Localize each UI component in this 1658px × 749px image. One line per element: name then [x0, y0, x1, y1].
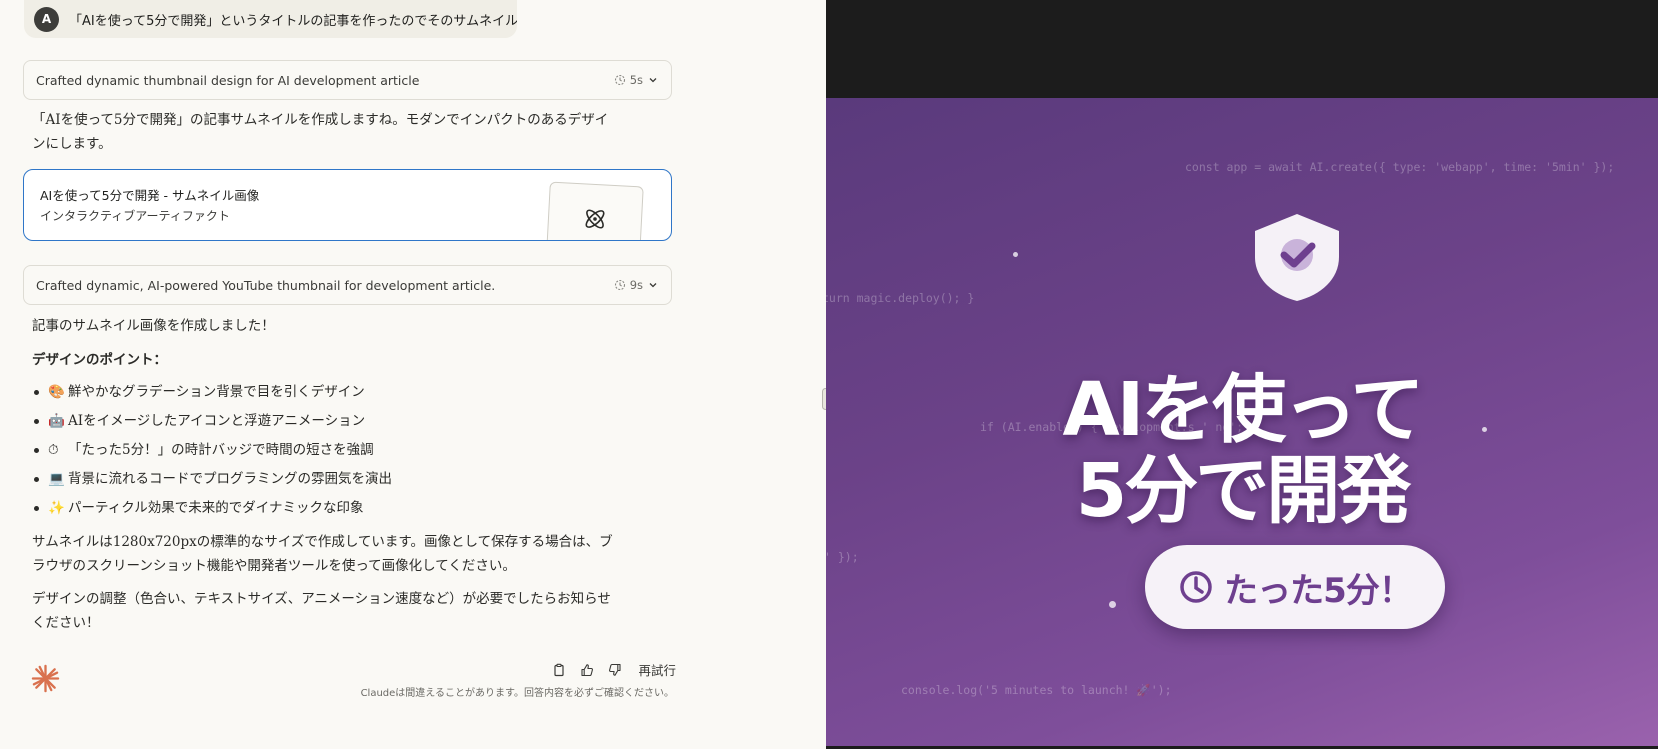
point-text: 「たった5分！」の時計バッジで時間の短さを強調 — [68, 442, 374, 458]
retry-button[interactable]: 再試行 — [638, 660, 676, 679]
list-item: 🎨 鮮やかなグラデーション背景で目を引くデザイン — [34, 380, 392, 409]
badge-text: たった5分！ — [1224, 570, 1413, 611]
done-text: 記事のサムネイル画像を作成しました！ — [32, 318, 275, 334]
disclaimer: Claudeは間違えることがあります。回答内容を必ずご確認ください。 — [360, 688, 674, 699]
point-text: 鮮やかなグラデーション背景で目を引くデザイン — [68, 384, 365, 400]
particle — [1013, 252, 1018, 257]
thinking-label: Crafted dynamic thumbnail design for AI … — [36, 72, 420, 88]
artifact-card[interactable]: AIを使って5分で開発 - サムネイル画像 インタラクティブアーティファクト — [23, 169, 672, 241]
thumbs-down-icon[interactable] — [606, 661, 624, 679]
claude-logo — [31, 664, 60, 693]
shield-check-icon — [1255, 214, 1339, 301]
chat-panel: A 「AIを使って5分で開発」というタイトルの記事を作ったのでそのサムネイル画像… — [0, 0, 826, 749]
points-heading: デザインのポイント： — [32, 352, 167, 368]
list-item: 💻 背景に流れるコードでプログラミングの雰囲気を演出 — [34, 467, 392, 496]
list-item: ⏱ 「たった5分！」の時計バッジで時間の短さを強調 — [34, 438, 392, 467]
chevron-down-icon — [649, 283, 657, 288]
particle — [1109, 601, 1116, 608]
headline-line-2: 5分で開発 — [1075, 448, 1412, 534]
laptop-icon: 💻 — [48, 471, 65, 487]
artifact-preview-thumb — [546, 181, 644, 240]
robot-icon: 🤖 — [48, 413, 65, 429]
size-note-line: ラウザのスクリーンショット機能や開発者ツールを使って画像化してください。 — [32, 558, 516, 574]
adjust-note: デザインの調整（色合い、テキストサイズ、アニメーション速度など）が必要でしたらお… — [32, 587, 611, 635]
clock-icon — [1180, 571, 1212, 603]
intro-line: 「AIを使って5分で開発」の記事サムネイルを作成しますね。モダンでインパクトのあ… — [32, 112, 609, 128]
design-points-list: 🎨 鮮やかなグラデーション背景で目を引くデザイン 🤖 AIをイメージしたアイコンと浮… — [34, 380, 392, 525]
thinking-meta: 9s — [614, 278, 659, 292]
user-avatar[interactable]: A — [34, 6, 59, 32]
list-item: ✨ パーティクル効果で未来的でダイナミックな印象 — [34, 496, 392, 525]
thinking-summary-2[interactable]: Crafted dynamic, AI-powered YouTube thum… — [23, 265, 672, 305]
list-item: 🤖 AIをイメージしたアイコンと浮遊アニメーション — [34, 409, 392, 438]
user-message-text: 「AIを使って5分で開発」というタイトルの記事を作ったのでそのサムネイル画像を作… — [69, 13, 517, 29]
thumbs-up-icon[interactable] — [578, 661, 596, 679]
artifact-title: AIを使って5分で開発 - サムネイル画像 — [40, 188, 260, 203]
atom-icon — [585, 209, 605, 229]
intro-text: 「AIを使って5分で開発」の記事サムネイルを作成しますね。モダンでインパクトのあ… — [32, 108, 608, 156]
thinking-time: 9s — [629, 278, 643, 292]
point-text: AIをイメージしたアイコンと浮遊アニメーション — [68, 413, 366, 429]
thumbnail-canvas: const app = await AI.create({ type: 'web… — [826, 98, 1658, 746]
code-line: const app = await AI.create({ type: 'web… — [1185, 160, 1615, 174]
copy-icon[interactable] — [550, 661, 568, 679]
code-line: ' }); — [826, 550, 859, 564]
adjust-note-line: ください！ — [32, 615, 100, 631]
message-actions: 再試行 — [550, 660, 676, 679]
clock-icon — [614, 279, 625, 291]
code-line: turn magic.deploy(); } — [826, 291, 975, 305]
thinking-meta: 5s — [614, 73, 659, 87]
thinking-label: Crafted dynamic, AI-powered YouTube thum… — [36, 277, 496, 293]
user-message: A 「AIを使って5分で開発」というタイトルの記事を作ったのでそのサムネイル画像… — [24, 0, 517, 38]
chevron-down-icon — [649, 78, 657, 83]
thinking-time: 5s — [629, 73, 643, 87]
time-badge: たった5分！ — [1145, 545, 1445, 629]
point-text: 背景に流れるコードでプログラミングの雰囲気を演出 — [68, 471, 392, 487]
point-text: パーティクル効果で未来的でダイナミックな印象 — [68, 500, 364, 516]
stopwatch-icon: ⏱ — [48, 442, 59, 458]
artifact-preview-panel: const app = await AI.create({ type: 'web… — [826, 0, 1658, 749]
palette-icon: 🎨 — [48, 384, 65, 400]
size-note-line: サムネイルは1280x720pxの標準的なサイズで作成しています。画像として保存… — [32, 534, 613, 550]
size-note: サムネイルは1280x720pxの標準的なサイズで作成しています。画像として保存… — [32, 530, 613, 578]
code-line: console.log('5 minutes to launch! 🚀'); — [901, 683, 1172, 697]
intro-line: ンにします。 — [32, 136, 112, 152]
adjust-note-line: デザインの調整（色合い、テキストサイズ、アニメーション速度など）が必要でしたらお… — [32, 591, 611, 607]
clock-icon — [614, 74, 625, 86]
thinking-summary-1[interactable]: Crafted dynamic thumbnail design for AI … — [23, 60, 672, 100]
artifact-subtitle: インタラクティブアーティファクト — [40, 209, 230, 223]
sparkles-icon: ✨ — [48, 500, 65, 516]
